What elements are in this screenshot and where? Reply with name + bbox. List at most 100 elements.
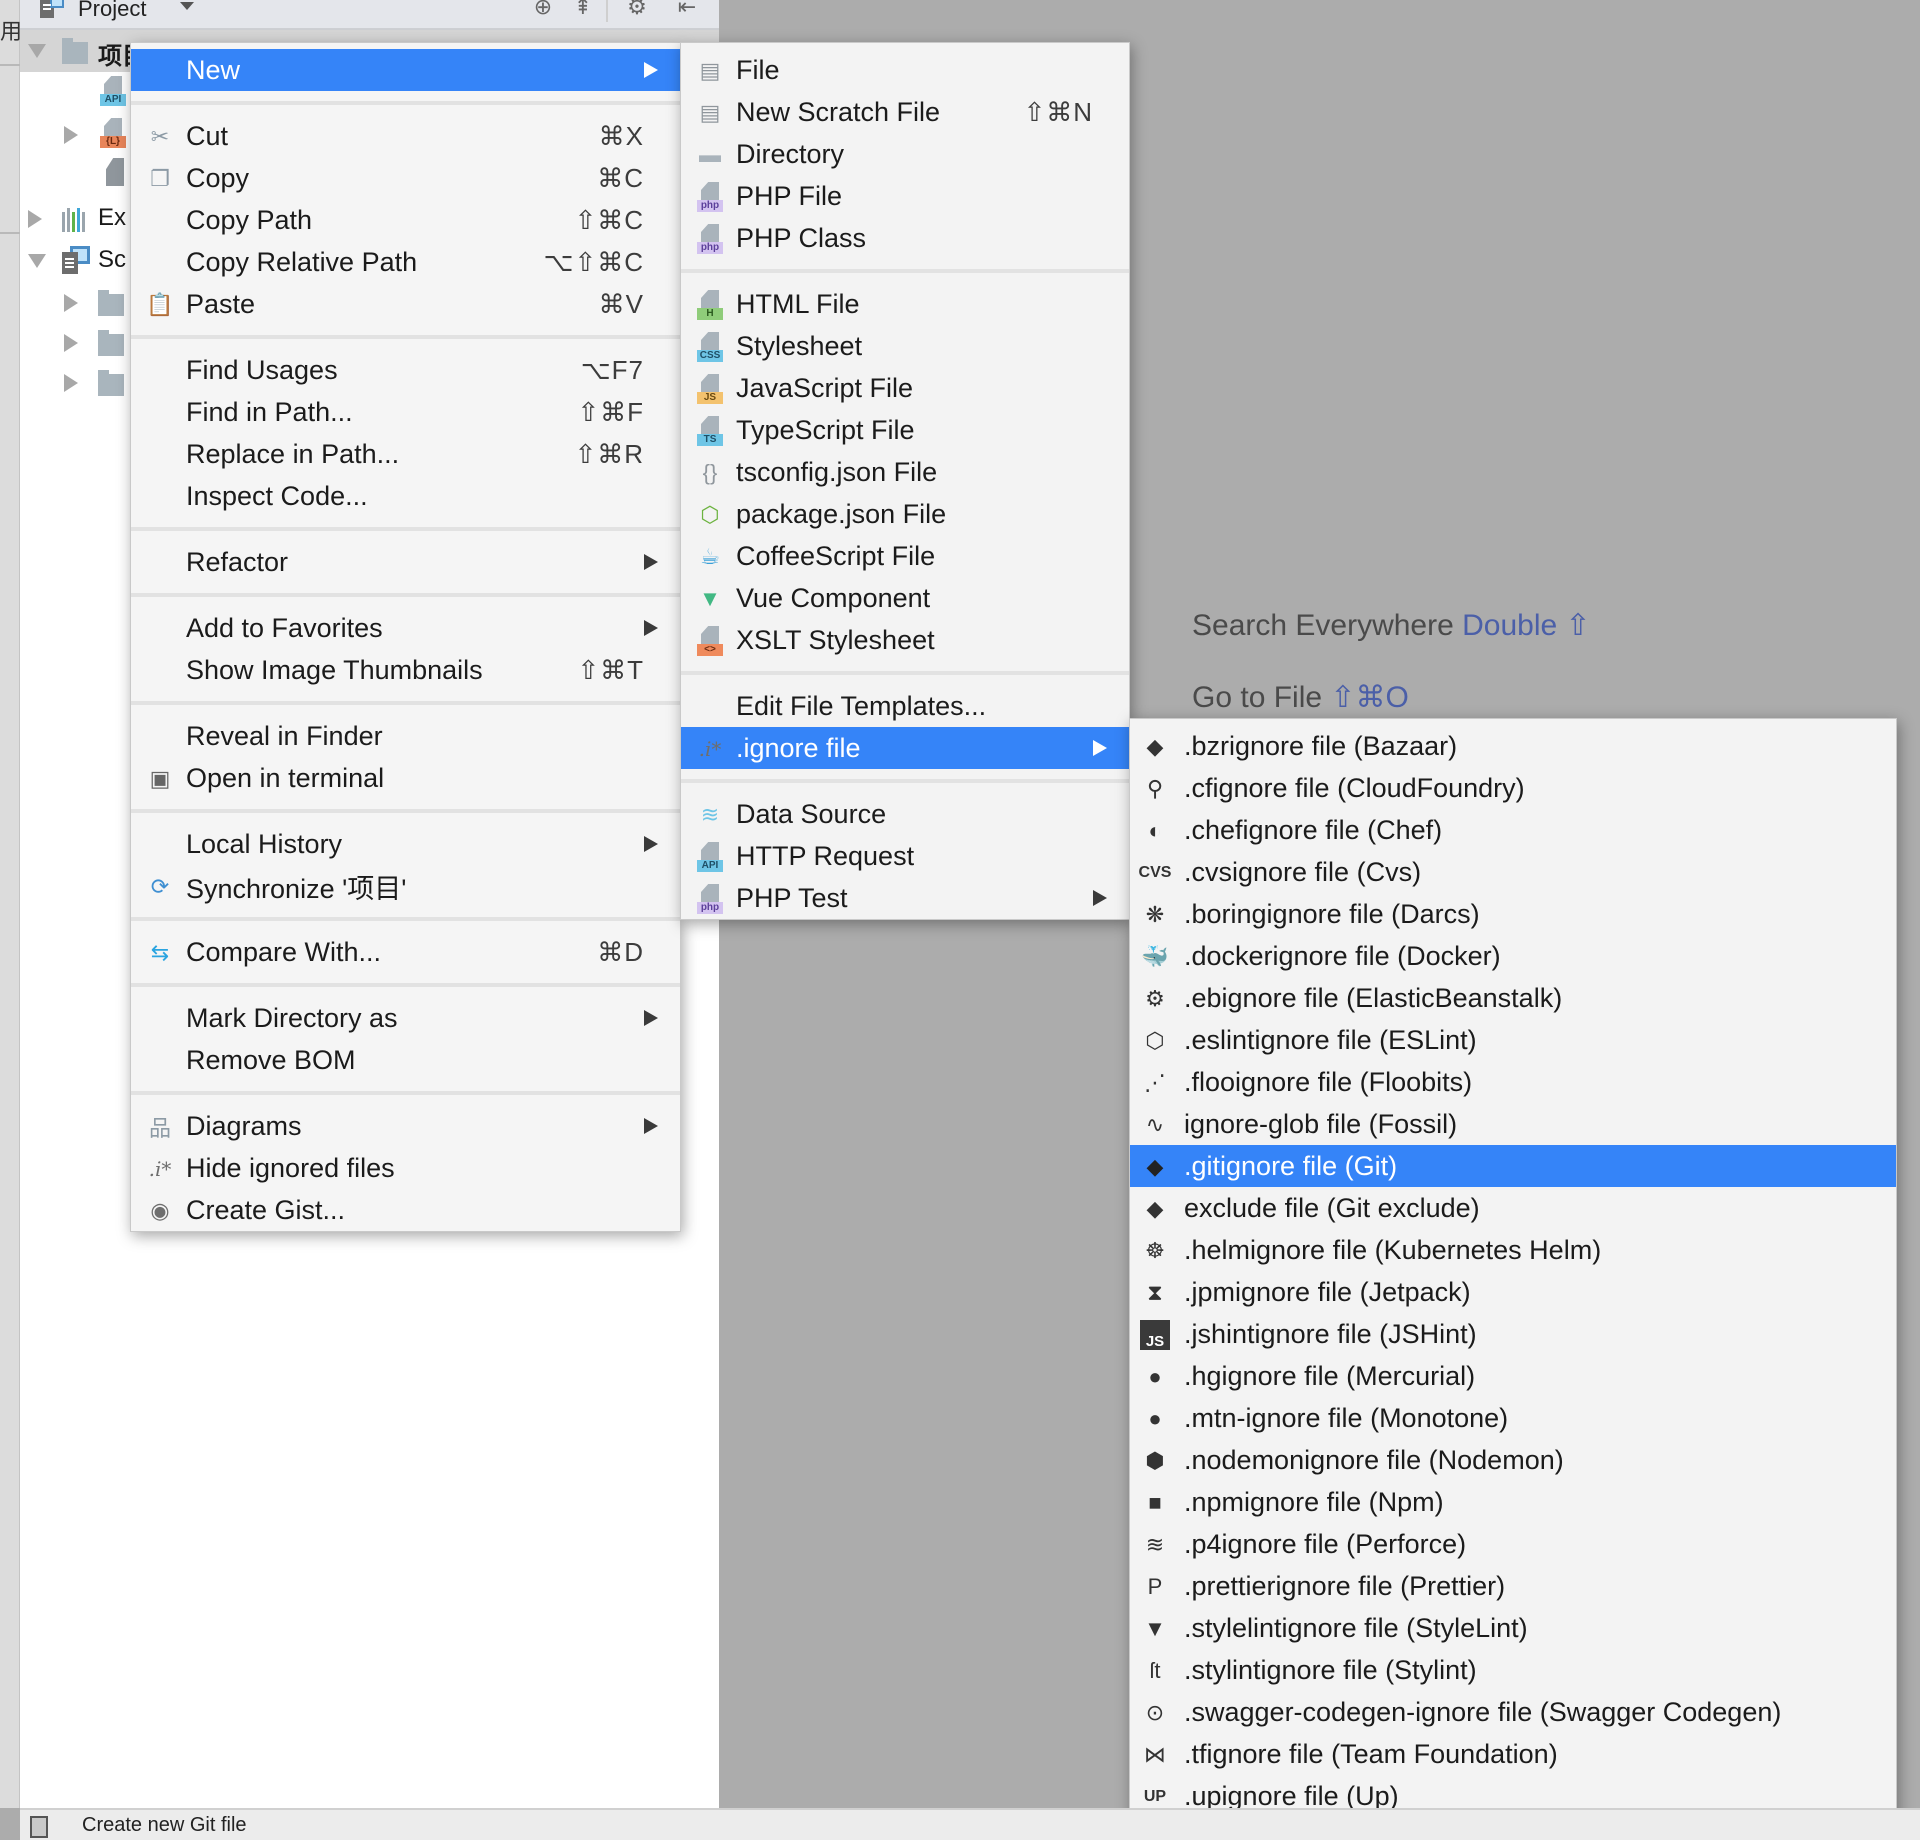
menu-item-vue-component[interactable]: ▼ Vue Component [681, 577, 1129, 619]
nodejs-icon: ⬡ [700, 502, 720, 527]
menu-item-cvsignore-file-cvs[interactable]: CVS .cvsignore file (Cvs) [1130, 851, 1896, 893]
collapse-all-icon[interactable]: ⇞ [570, 0, 596, 20]
menu-item-javascript-file[interactable]: JS JavaScript File [681, 367, 1129, 409]
menu-item-swagger-codegen-ignore-file-swagger-codegen[interactable]: ⊙ .swagger-codegen-ignore file (Swagger C… [1130, 1691, 1896, 1733]
menu-item-copy-path[interactable]: Copy Path ⇧⌘C [131, 199, 680, 241]
menu-item-tsconfig-json-file[interactable]: {} tsconfig.json File [681, 451, 1129, 493]
expand-arrow-icon[interactable] [28, 254, 46, 268]
menu-item-diagrams[interactable]: 品 Diagrams [131, 1105, 680, 1147]
shortcut-hint: ⌘V [598, 288, 644, 319]
menu-item-coffeescript-file[interactable]: ☕ CoffeeScript File [681, 535, 1129, 577]
menu-item-replace-in-path[interactable]: Replace in Path... ⇧⌘R [131, 433, 680, 475]
menu-item-synchronize[interactable]: ⟳ Synchronize '项目' [131, 865, 680, 907]
menu-item-cfignore-file-cloudfoundry[interactable]: ⚲ .cfignore file (CloudFoundry) [1130, 767, 1896, 809]
menu-item-cut[interactable]: ✂ Cut ⌘X [131, 115, 680, 157]
expand-arrow-icon[interactable] [64, 374, 78, 392]
menu-item-new[interactable]: New [131, 49, 680, 91]
menu-item-compare-with[interactable]: ⇆ Compare With... ⌘D [131, 931, 680, 973]
menu-item-ignore-file[interactable]: .i* .ignore file [681, 727, 1129, 769]
toolbar-divider [606, 0, 608, 22]
menu-item-find-in-path[interactable]: Find in Path... ⇧⌘F [131, 391, 680, 433]
menu-item-dockerignore-file-docker[interactable]: 🐳 .dockerignore file (Docker) [1130, 935, 1896, 977]
ignore-icon: .i* [148, 1157, 172, 1181]
php-class-icon: php [695, 224, 725, 254]
tool-window-button[interactable]: 用 [0, 14, 22, 46]
menu-item-label: .gitignore file (Git) [1184, 1150, 1398, 1181]
shortcut-hint: ⇧⌘N [1023, 96, 1093, 127]
menu-item-open-in-terminal[interactable]: ▣ Open in terminal [131, 757, 680, 799]
menu-item-flooignore-file-floobits[interactable]: ⋰ .flooignore file (Floobits) [1130, 1061, 1896, 1103]
menu-item-bzrignore-file-bazaar[interactable]: ◆ .bzrignore file (Bazaar) [1130, 725, 1896, 767]
menu-item-label: .cvsignore file (Cvs) [1184, 856, 1422, 887]
menu-item-hgignore-file-mercurial[interactable]: ● .hgignore file (Mercurial) [1130, 1355, 1896, 1397]
locate-icon[interactable]: ⊕ [530, 0, 556, 20]
menu-item-paste[interactable]: 📋 Paste ⌘V [131, 283, 680, 325]
menu-item-prettierignore-file-prettier[interactable]: P .prettierignore file (Prettier) [1130, 1565, 1896, 1607]
menu-item-edit-file-templates[interactable]: Edit File Templates... [681, 685, 1129, 727]
gear-icon[interactable]: ⚙ [624, 0, 650, 20]
menu-item-mtn-ignore-file-monotone[interactable]: ● .mtn-ignore file (Monotone) [1130, 1397, 1896, 1439]
menu-item-reveal-in-finder[interactable]: Reveal in Finder [131, 715, 680, 757]
menu-item-jshintignore-file-jshint[interactable]: JS .jshintignore file (JSHint) [1130, 1313, 1896, 1355]
menu-item-label: Show Image Thumbnails [186, 654, 483, 685]
expand-arrow-icon[interactable] [64, 334, 78, 352]
menu-item-nodemonignore-file-nodemon[interactable]: ⬢ .nodemonignore file (Nodemon) [1130, 1439, 1896, 1481]
menu-item-file[interactable]: ▤ File [681, 49, 1129, 91]
menu-item-typescript-file[interactable]: TS TypeScript File [681, 409, 1129, 451]
menu-item-gitignore-file-git[interactable]: ◆ .gitignore file (Git) [1130, 1145, 1896, 1187]
menu-item-php-class[interactable]: php PHP Class [681, 217, 1129, 259]
vs-icon: ⋈ [1144, 1742, 1166, 1767]
menu-item-php-file[interactable]: php PHP File [681, 175, 1129, 217]
expand-arrow-icon[interactable] [64, 126, 78, 144]
menu-item-stylintignore-file-stylint[interactable]: ſt .stylintignore file (Stylint) [1130, 1649, 1896, 1691]
tsconfig-icon: {} [702, 460, 718, 485]
menu-item-xslt-stylesheet[interactable]: <> XSLT Stylesheet [681, 619, 1129, 661]
menu-item-helmignore-file-kubernetes-helm[interactable]: ☸ .helmignore file (Kubernetes Helm) [1130, 1229, 1896, 1271]
menu-item-label: .stylintignore file (Stylint) [1184, 1654, 1477, 1685]
menu-item-find-usages[interactable]: Find Usages ⌥F7 [131, 349, 680, 391]
menu-item-directory[interactable]: ▬ Directory [681, 133, 1129, 175]
menu-item-stylelintignore-file-stylelint[interactable]: ▼ .stylelintignore file (StyleLint) [1130, 1607, 1896, 1649]
menu-item-tfignore-file-team-foundation[interactable]: ⋈ .tfignore file (Team Foundation) [1130, 1733, 1896, 1775]
menu-item-package-json-file[interactable]: ⬡ package.json File [681, 493, 1129, 535]
menu-item-exclude-file-git-exclude[interactable]: ◆ exclude file (Git exclude) [1130, 1187, 1896, 1229]
menu-item-copy[interactable]: ❐ Copy ⌘C [131, 157, 680, 199]
menu-item-new-scratch-file[interactable]: ▤ New Scratch File ⇧⌘N [681, 91, 1129, 133]
menu-item-chefignore-file-chef[interactable]: ◐ .chefignore file (Chef) [1130, 809, 1896, 851]
menu-item-label: Cut [186, 120, 229, 151]
menu-item-jpmignore-file-jetpack[interactable]: ⧗ .jpmignore file (Jetpack) [1130, 1271, 1896, 1313]
expand-arrow-icon[interactable] [28, 210, 42, 228]
ts-file-icon: TS [695, 416, 725, 446]
menu-item-remove-bom[interactable]: Remove BOM [131, 1039, 680, 1081]
menu-item-add-to-favorites[interactable]: Add to Favorites [131, 607, 680, 649]
menu-item-copy-relative-path[interactable]: Copy Relative Path ⌥⇧⌘C [131, 241, 680, 283]
menu-item-p4ignore-file-perforce[interactable]: ≋ .p4ignore file (Perforce) [1130, 1523, 1896, 1565]
menu-item-boringignore-file-darcs[interactable]: ❋ .boringignore file (Darcs) [1130, 893, 1896, 935]
menu-item-inspect-code[interactable]: Inspect Code... [131, 475, 680, 517]
menu-item-html-file[interactable]: H HTML File [681, 283, 1129, 325]
chevron-down-icon[interactable] [180, 2, 194, 10]
menu-item-create-gist[interactable]: ◉ Create Gist... [131, 1189, 680, 1231]
menu-item-local-history[interactable]: Local History [131, 823, 680, 865]
menu-item-ebignore-file-elasticbeanstalk[interactable]: ⚙ .ebignore file (ElasticBeanstalk) [1130, 977, 1896, 1019]
css-file-icon: CSS [695, 332, 725, 362]
menu-item-stylesheet[interactable]: CSS Stylesheet [681, 325, 1129, 367]
menu-item-eslintignore-file-eslint[interactable]: ⬡ .eslintignore file (ESLint) [1130, 1019, 1896, 1061]
menu-item-data-source[interactable]: ≋ Data Source [681, 793, 1129, 835]
hide-panel-icon[interactable]: ⇤ [674, 0, 700, 20]
expand-arrow-icon[interactable] [28, 44, 46, 58]
menu-item-label: .boringignore file (Darcs) [1184, 898, 1480, 929]
menu-item-mark-directory-as[interactable]: Mark Directory as [131, 997, 680, 1039]
tool-windows-icon[interactable] [30, 1816, 48, 1838]
menu-item-label: .tfignore file (Team Foundation) [1184, 1738, 1558, 1769]
project-view-selector[interactable]: Project [78, 0, 146, 22]
expand-arrow-icon[interactable] [64, 294, 78, 312]
menu-item-http-request[interactable]: API HTTP Request [681, 835, 1129, 877]
menu-item-show-image-thumbnails[interactable]: Show Image Thumbnails ⇧⌘T [131, 649, 680, 691]
xslt-file-icon: <> [695, 626, 725, 656]
menu-item-hide-ignored-files[interactable]: .i* Hide ignored files [131, 1147, 680, 1189]
menu-item-refactor[interactable]: Refactor [131, 541, 680, 583]
menu-item-ignore-glob-file-fossil[interactable]: ∿ ignore-glob file (Fossil) [1130, 1103, 1896, 1145]
menu-item-php-test[interactable]: php PHP Test [681, 877, 1129, 919]
menu-item-npmignore-file-npm[interactable]: ■ .npmignore file (Npm) [1130, 1481, 1896, 1523]
